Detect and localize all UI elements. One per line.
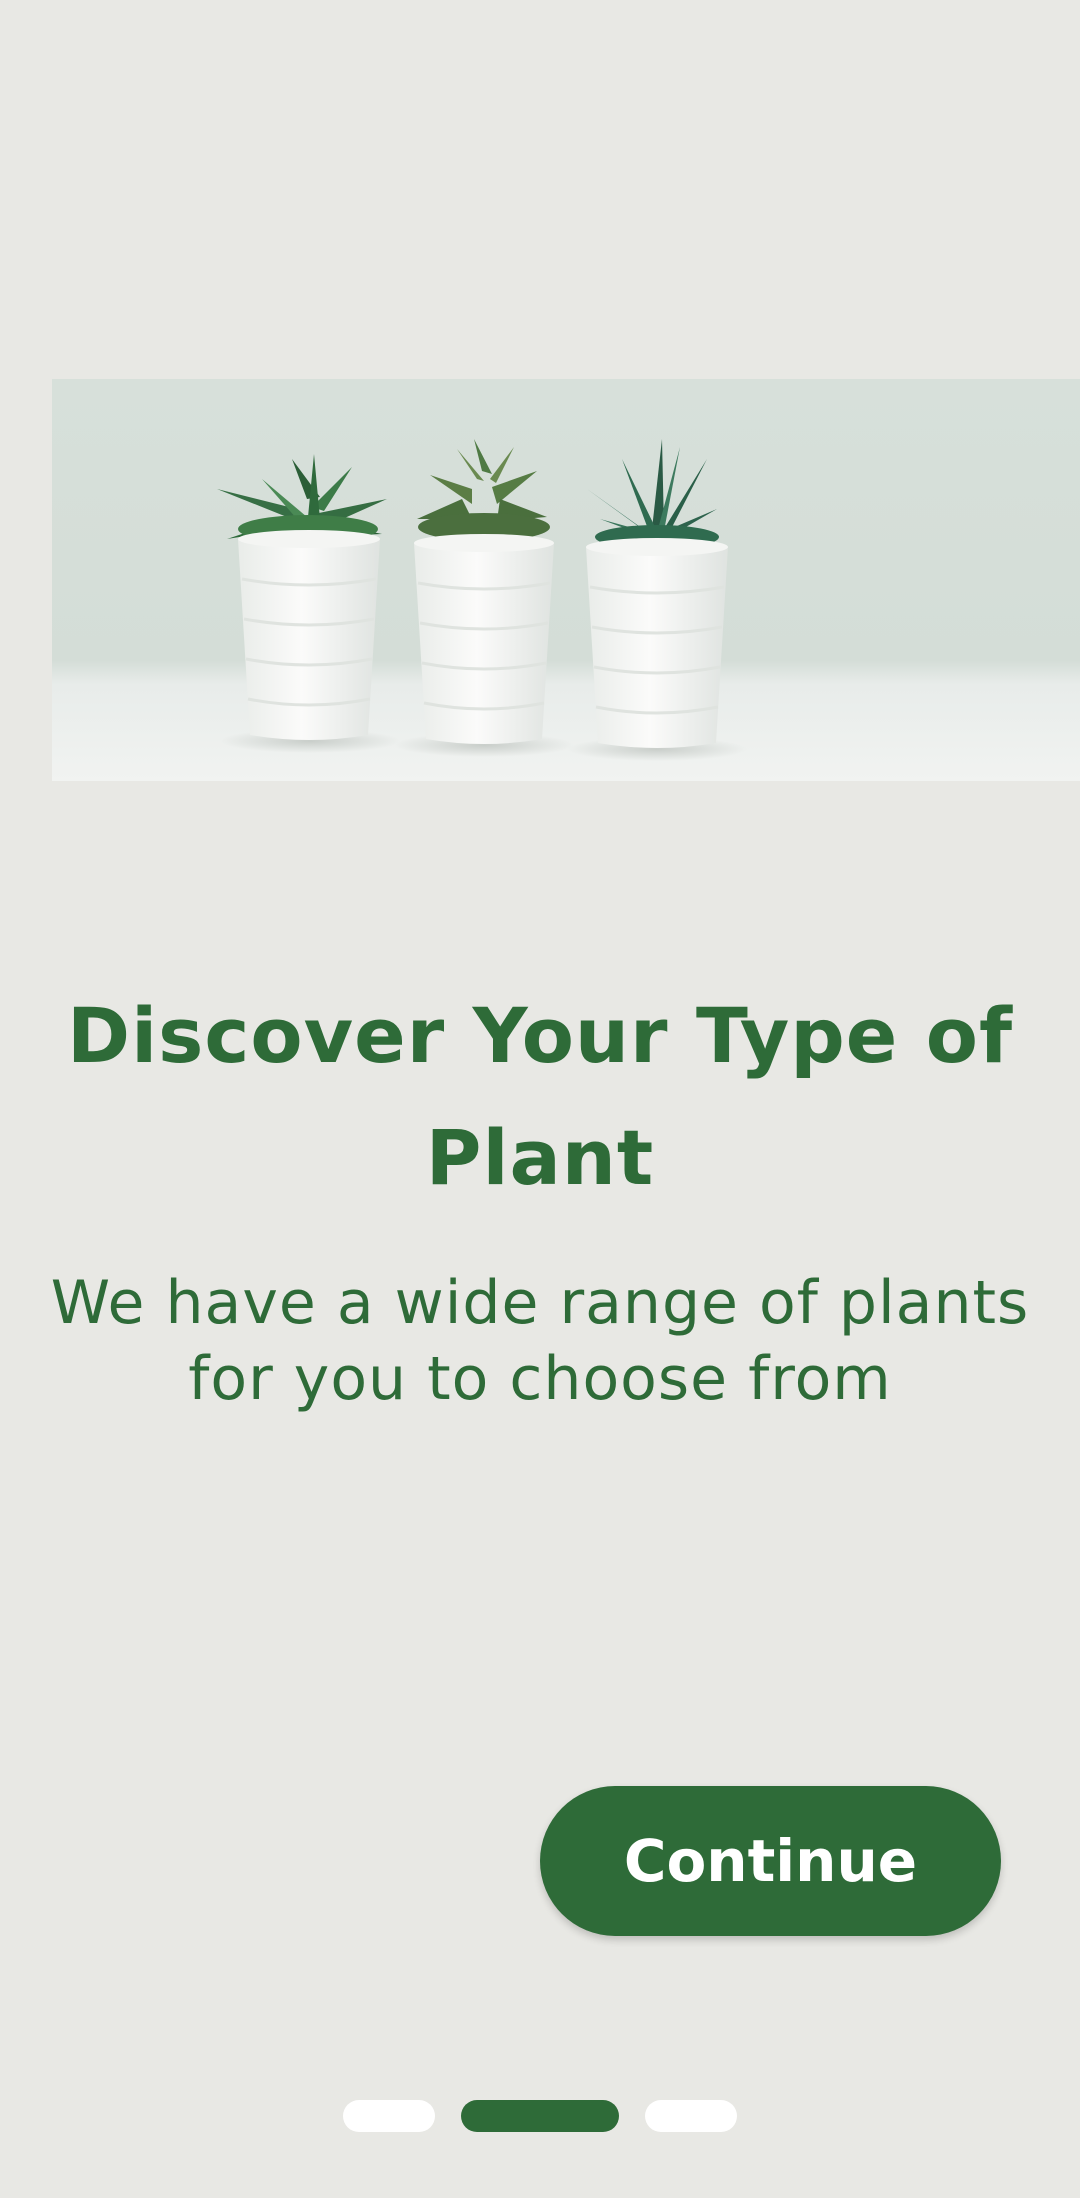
- pot-three: [586, 538, 728, 748]
- pot-two: [414, 534, 554, 744]
- page-indicator-dot-2-active[interactable]: [461, 2100, 619, 2132]
- onboarding-subtitle: We have a wide range of plants for you t…: [50, 1268, 1030, 1414]
- page-indicator: [0, 2100, 1080, 2132]
- plant-three: [587, 439, 719, 549]
- plant-one: [217, 454, 387, 543]
- page-indicator-dot-3[interactable]: [645, 2100, 737, 2132]
- succulent-pots-illustration: [217, 439, 747, 761]
- page-indicator-dot-1[interactable]: [343, 2100, 435, 2132]
- hero-image: [52, 379, 1080, 781]
- continue-button[interactable]: Continue: [540, 1786, 1001, 1936]
- pot-one: [238, 530, 380, 740]
- plant-two: [417, 439, 550, 541]
- onboarding-title: Discover Your Type of Plant: [66, 991, 1014, 1202]
